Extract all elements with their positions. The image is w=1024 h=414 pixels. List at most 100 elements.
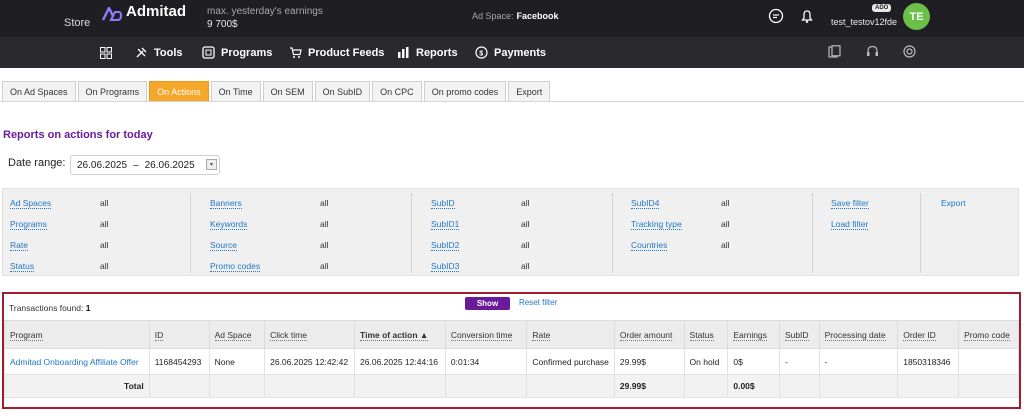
tab-on-actions[interactable]: On Actions <box>149 81 209 101</box>
nav-reports-label: Reports <box>416 46 458 59</box>
filter-subid3[interactable]: SubID3 <box>431 261 460 272</box>
tab-on-cpc[interactable]: On CPC <box>372 81 422 101</box>
earnings-label: max. yesterday's earnings <box>207 6 323 17</box>
admitad-logo-icon <box>102 7 122 21</box>
filter-value: all <box>521 198 530 208</box>
headset-icon[interactable] <box>866 45 879 58</box>
tab-on-time[interactable]: On Time <box>210 81 261 101</box>
main-nav: Tools Programs Product Feeds Reports $ P… <box>0 37 1024 68</box>
cell-time-of-action: 26.06.2025 12:44:16 <box>354 348 446 375</box>
filter-tracking-type[interactable]: Tracking type <box>631 219 682 230</box>
cell-click-time: 26.06.2025 12:42:42 <box>264 348 356 375</box>
nav-product-feeds[interactable]: Product Feeds <box>289 46 384 59</box>
total-empty <box>444 374 528 398</box>
tabs-divider <box>0 101 1024 102</box>
col-promo-code[interactable]: Promo code <box>958 320 1019 349</box>
filter-value: all <box>100 240 109 250</box>
nav-tools[interactable]: Tools <box>135 46 183 59</box>
col-order-amount[interactable]: Order amount <box>613 320 685 349</box>
col-subid[interactable]: SubID <box>778 320 820 349</box>
avatar[interactable]: TE <box>903 3 930 30</box>
total-empty <box>818 374 899 398</box>
filter-keywords[interactable]: Keywords <box>210 219 248 230</box>
filter-subid[interactable]: SubID <box>431 198 455 209</box>
date-separator: – <box>133 159 139 171</box>
table-header-row: Program ID Ad Space Click time Time of a… <box>4 320 1019 349</box>
nav-programs[interactable]: Programs <box>202 46 272 59</box>
payment-icon: $ <box>475 46 488 59</box>
earnings-value: 9 700$ <box>207 19 238 30</box>
col-status[interactable]: Status <box>683 320 729 349</box>
ad-space-selector[interactable]: Ad Space: Facebook <box>472 11 559 21</box>
tab-on-programs[interactable]: On Programs <box>77 81 148 101</box>
col-program[interactable]: Program <box>4 320 150 349</box>
filter-countries[interactable]: Countries <box>631 240 668 251</box>
total-earnings: 0.00$ <box>727 374 780 398</box>
filter-ad-spaces[interactable]: Ad Spaces <box>10 198 52 209</box>
grid-icon[interactable] <box>100 47 112 59</box>
tab-on-ad-spaces[interactable]: On Ad Spaces <box>2 81 76 101</box>
reset-filter-link[interactable]: Reset filter <box>519 298 557 307</box>
export-link[interactable]: Export <box>941 198 966 208</box>
col-id[interactable]: ID <box>148 320 210 349</box>
logo[interactable]: Admitad <box>102 4 186 21</box>
tab-on-sem[interactable]: On SEM <box>262 81 313 101</box>
date-from: 26.06.2025 <box>77 159 128 171</box>
filter-programs[interactable]: Programs <box>10 219 47 230</box>
filter-value: all <box>320 240 329 250</box>
filter-banners[interactable]: Banners <box>210 198 242 209</box>
filter-rate[interactable]: Rate <box>10 240 28 251</box>
chevron-down-icon[interactable]: ▾ <box>206 159 217 170</box>
transactions-found-label: Transactions found: <box>9 303 84 313</box>
nav-payments[interactable]: $ Payments <box>475 46 546 59</box>
filter-source[interactable]: Source <box>210 240 237 251</box>
nav-tools-label: Tools <box>154 46 183 59</box>
col-rate[interactable]: Rate <box>526 320 615 349</box>
filter-status[interactable]: Status <box>10 261 35 272</box>
col-click-time[interactable]: Click time <box>264 320 356 349</box>
filter-value: all <box>100 261 109 271</box>
cell-processing-date: - <box>818 348 899 375</box>
help-icon[interactable] <box>903 45 916 58</box>
filter-divider <box>812 193 813 273</box>
documents-icon[interactable] <box>828 45 841 58</box>
filter-subid4[interactable]: SubID4 <box>631 198 660 209</box>
tab-on-subid[interactable]: On SubID <box>314 81 371 101</box>
load-filter-link[interactable]: Load filter <box>831 219 869 230</box>
filter-subid1[interactable]: SubID1 <box>431 219 460 230</box>
col-order-id[interactable]: Order ID <box>897 320 960 349</box>
nav-product-feeds-label: Product Feeds <box>308 46 385 59</box>
tab-on-promo-codes[interactable]: On promo codes <box>423 81 507 101</box>
nav-reports[interactable]: Reports <box>397 46 458 59</box>
total-empty <box>148 374 210 398</box>
col-time-of-action[interactable]: Time of action ▲ <box>354 320 446 349</box>
col-processing-date[interactable]: Processing date <box>818 320 899 349</box>
filter-value: all <box>521 219 530 229</box>
transactions-found-count: 1 <box>85 303 91 313</box>
filter-subid2[interactable]: SubID2 <box>431 240 460 251</box>
logo-sub: Store <box>64 17 91 29</box>
filter-divider <box>411 193 412 273</box>
cell-rate: Confirmed purchase <box>526 348 615 375</box>
program-link[interactable]: Admitad Onboarding Affiliate Offer <box>4 348 150 375</box>
tab-export[interactable]: Export <box>508 81 551 101</box>
date-range-picker[interactable]: 26.06.2025 – 26.06.2025 ▾ <box>70 155 220 175</box>
filter-value: all <box>521 261 530 271</box>
programs-icon <box>202 46 215 59</box>
bell-icon[interactable] <box>799 8 815 24</box>
nav-payments-label: Payments <box>494 46 546 59</box>
col-conversion-time[interactable]: Conversion time <box>444 320 528 349</box>
filter-value: all <box>100 198 109 208</box>
username[interactable]: test_testov12fde <box>831 17 897 27</box>
filter-promo-codes[interactable]: Promo codes <box>210 261 261 272</box>
col-earnings[interactable]: Earnings <box>727 320 780 349</box>
save-filter-link[interactable]: Save filter <box>831 198 869 209</box>
show-button[interactable]: Show <box>465 297 510 310</box>
report-tabs: On Ad Spaces On Programs On Actions On T… <box>2 81 552 101</box>
filter-divider <box>190 193 191 273</box>
top-bar: Admitad Store max. yesterday's earnings … <box>0 0 1024 37</box>
col-ad-space[interactable]: Ad Space <box>208 320 266 349</box>
chat-icon[interactable] <box>768 8 784 24</box>
filter-value: all <box>521 240 530 250</box>
cart-icon <box>290 47 302 58</box>
